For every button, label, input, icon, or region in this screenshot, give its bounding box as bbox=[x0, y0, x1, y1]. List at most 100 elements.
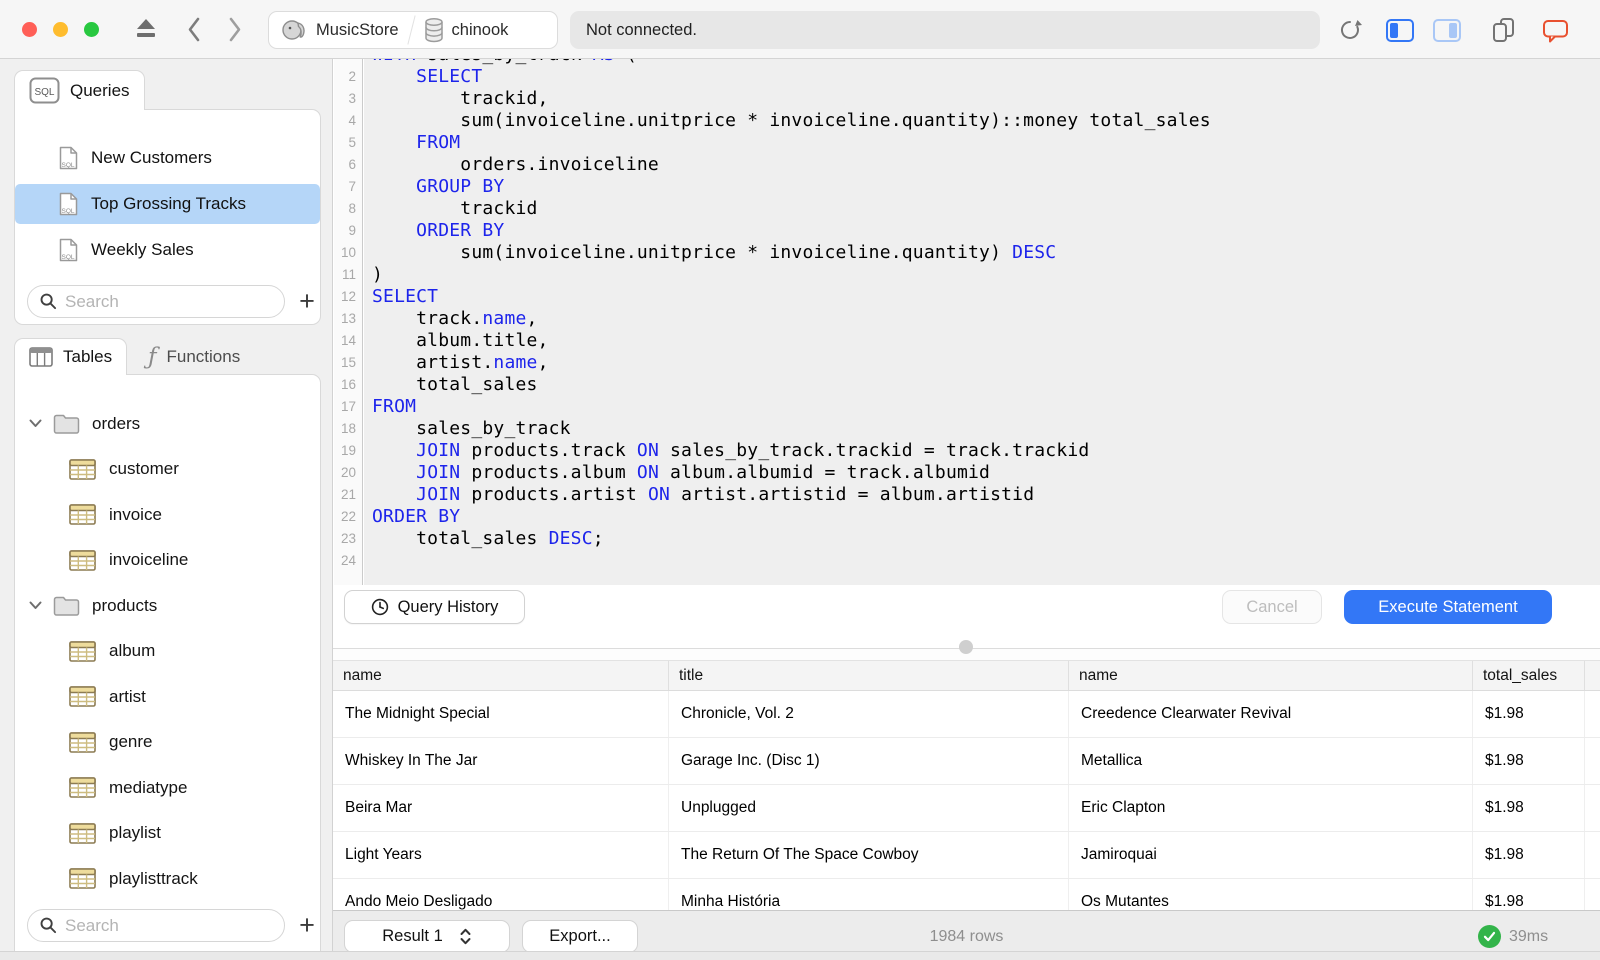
cancel-button[interactable]: Cancel bbox=[1222, 590, 1322, 624]
chevron-down-icon[interactable] bbox=[29, 419, 42, 428]
result-row[interactable]: Ando Meio Desligado Minha História Os Muta… bbox=[333, 879, 1600, 910]
table-label: playlisttrack bbox=[109, 868, 198, 888]
tree-item-genre[interactable]: genre bbox=[15, 720, 320, 766]
search-icon bbox=[40, 917, 57, 934]
tab-tables[interactable]: Tables bbox=[14, 338, 128, 375]
result-cell[interactable]: The Midnight Special bbox=[333, 691, 669, 737]
result-cell[interactable]: Os Mutantes bbox=[1069, 879, 1473, 910]
tree-item-album[interactable]: album bbox=[15, 629, 320, 675]
result-row[interactable]: Beira Mar Unplugged Eric Clapton $1.98 bbox=[333, 785, 1600, 832]
sidebar: SQL Queries SQL New Customers SQL Top Gr… bbox=[0, 59, 333, 960]
result-cell[interactable]: Beira Mar bbox=[333, 785, 669, 831]
line-number: 8 bbox=[348, 201, 356, 216]
connection-status: Not connected. bbox=[570, 11, 1320, 49]
forward-button[interactable] bbox=[227, 16, 247, 43]
result-cell[interactable]: Minha História bbox=[669, 879, 1069, 910]
tree-item-products[interactable]: products bbox=[15, 583, 320, 629]
table-search[interactable] bbox=[27, 909, 285, 942]
result-row[interactable]: Whiskey In The Jar Garage Inc. (Disc 1) Me… bbox=[333, 738, 1600, 785]
query-search-input[interactable] bbox=[65, 291, 255, 312]
add-table-button[interactable]: + bbox=[292, 911, 320, 941]
speech-bubble-icon bbox=[1542, 19, 1568, 42]
result-row[interactable]: The Midnight Special Chronicle, Vol. 2 Cre… bbox=[333, 691, 1600, 738]
tree-item-playlist[interactable]: playlist bbox=[15, 811, 320, 857]
zoom-button[interactable] bbox=[84, 22, 99, 37]
line-number: 6 bbox=[348, 157, 356, 172]
line-number: 4 bbox=[348, 113, 356, 128]
line-number: 16 bbox=[340, 377, 356, 392]
code-line-22: ORDER BY bbox=[372, 506, 461, 527]
tree-item-invoiceline[interactable]: invoiceline bbox=[15, 538, 320, 584]
breadcrumb-database[interactable]: chinook bbox=[412, 12, 521, 48]
clock-icon bbox=[371, 598, 388, 616]
tree-item-customer[interactable]: customer bbox=[15, 447, 320, 493]
result-cell-filler bbox=[1585, 691, 1600, 737]
tree-item-playlisttrack[interactable]: playlisttrack bbox=[15, 856, 320, 902]
tree-item-invoice[interactable]: invoice bbox=[15, 492, 320, 538]
splitter-drag-handle[interactable] bbox=[959, 640, 973, 654]
result-cell[interactable]: Garage Inc. (Disc 1) bbox=[669, 738, 1069, 784]
tab-functions[interactable]: ƒ Functions bbox=[138, 338, 250, 375]
code-line-17: FROM bbox=[372, 396, 417, 417]
table-icon bbox=[69, 731, 96, 753]
result-cell[interactable]: Whiskey In The Jar bbox=[333, 738, 669, 784]
column-header-name[interactable]: name bbox=[333, 661, 669, 690]
result-cell[interactable]: Ando Meio Desligado bbox=[333, 879, 669, 910]
query-history-button[interactable]: Query History bbox=[344, 590, 525, 624]
tables-icon bbox=[29, 347, 53, 367]
line-number: 24 bbox=[340, 553, 356, 568]
result-cell[interactable]: Chronicle, Vol. 2 bbox=[669, 691, 1069, 737]
code-line-12: SELECT bbox=[372, 286, 439, 307]
result-cell[interactable]: Eric Clapton bbox=[1069, 785, 1473, 831]
query-item-top-grossing-tracks[interactable]: SQL Top Grossing Tracks bbox=[15, 184, 320, 224]
toggle-right-sidebar-button[interactable] bbox=[1433, 17, 1461, 43]
column-header-name[interactable]: name bbox=[1069, 661, 1473, 690]
search-icon bbox=[40, 293, 57, 310]
postgres-elephant-icon bbox=[282, 20, 305, 40]
result-cell[interactable]: Metallica bbox=[1069, 738, 1473, 784]
execute-statement-button[interactable]: Execute Statement bbox=[1344, 590, 1552, 624]
tree-item-orders[interactable]: orders bbox=[15, 401, 320, 447]
refresh-button[interactable] bbox=[1336, 17, 1364, 43]
column-header-total_sales[interactable]: total_sales bbox=[1473, 661, 1585, 690]
result-cell[interactable]: The Return Of The Space Cowboy bbox=[669, 832, 1069, 878]
result-cell[interactable]: $1.98 bbox=[1473, 785, 1585, 831]
line-number: 10 bbox=[340, 245, 356, 260]
minimize-button[interactable] bbox=[53, 22, 68, 37]
code-line-19: JOIN products.track ON sales_by_track.tr… bbox=[416, 440, 1090, 461]
chevron-down-icon[interactable] bbox=[29, 601, 42, 610]
result-cell[interactable]: Jamiroquai bbox=[1069, 832, 1473, 878]
result-cell[interactable]: $1.98 bbox=[1473, 691, 1585, 737]
line-number-gutter: 123456789101112131415161718192021222324 bbox=[334, 59, 363, 585]
result-cell[interactable]: Light Years bbox=[333, 832, 669, 878]
results-header: name title name total_sales bbox=[333, 660, 1600, 691]
tree-item-artist[interactable]: artist bbox=[15, 674, 320, 720]
back-button[interactable] bbox=[186, 16, 206, 43]
sql-editor[interactable]: WITH sales_by_track AS ( SELECT trackid,… bbox=[364, 59, 1600, 585]
query-search[interactable] bbox=[27, 285, 285, 318]
add-query-button[interactable]: + bbox=[292, 287, 322, 317]
query-item-new-customers[interactable]: SQL New Customers bbox=[15, 138, 320, 178]
query-item-weekly-sales[interactable]: SQL Weekly Sales bbox=[15, 230, 320, 270]
result-cell[interactable]: $1.98 bbox=[1473, 879, 1585, 910]
overlapping-windows-icon bbox=[1491, 18, 1515, 42]
column-header-title[interactable]: title bbox=[669, 661, 1069, 690]
table-label: invoiceline bbox=[109, 550, 189, 570]
table-search-input[interactable] bbox=[65, 915, 255, 936]
result-row[interactable]: Light Years The Return Of The Space Cowbo… bbox=[333, 832, 1600, 879]
query-item-label: New Customers bbox=[91, 148, 212, 167]
disconnect-button[interactable] bbox=[134, 17, 158, 41]
close-button[interactable] bbox=[22, 22, 37, 37]
result-cell[interactable]: $1.98 bbox=[1473, 832, 1585, 878]
result-cell[interactable]: Creedence Clearwater Revival bbox=[1069, 691, 1473, 737]
feedback-button[interactable] bbox=[1541, 17, 1569, 43]
line-number: 19 bbox=[340, 443, 356, 458]
toggle-left-sidebar-button[interactable] bbox=[1386, 17, 1414, 43]
breadcrumb-server[interactable]: MusicStore bbox=[269, 12, 411, 48]
tree-item-mediatype[interactable]: mediatype bbox=[15, 765, 320, 811]
result-cell[interactable]: Unplugged bbox=[669, 785, 1069, 831]
tab-queries[interactable]: SQL Queries bbox=[14, 70, 145, 110]
windows-button[interactable] bbox=[1489, 17, 1517, 43]
panel-right-icon bbox=[1433, 18, 1461, 42]
result-cell[interactable]: $1.98 bbox=[1473, 738, 1585, 784]
